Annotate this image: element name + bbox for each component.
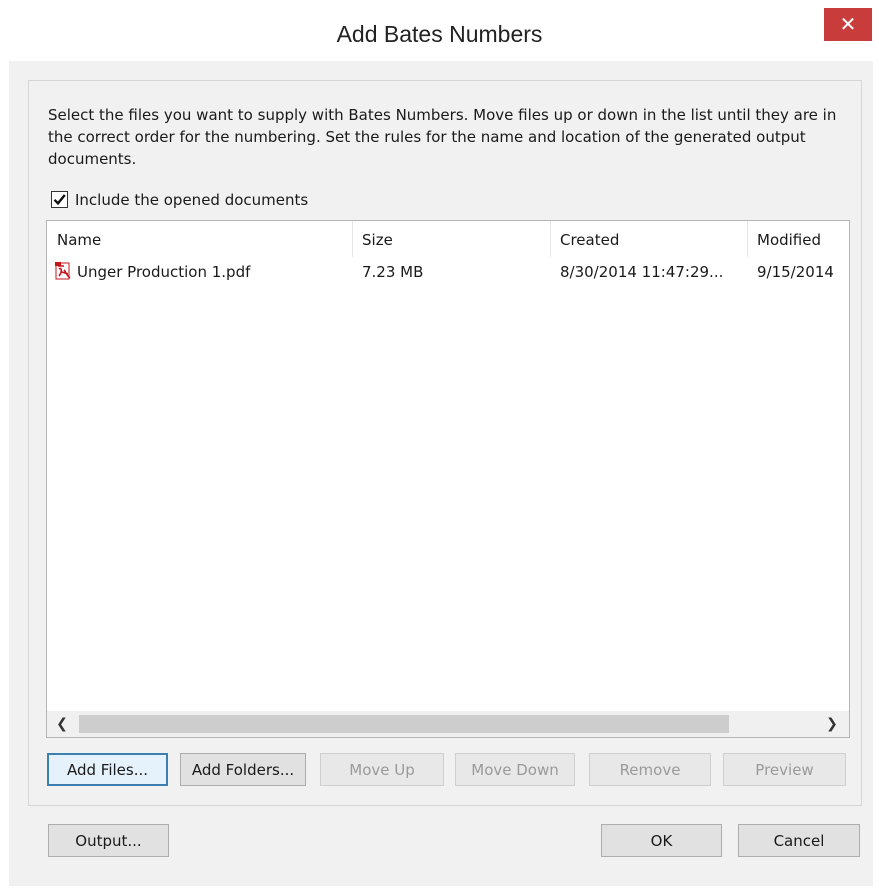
include-opened-checkbox[interactable] (51, 191, 68, 208)
file-name: Unger Production 1.pdf (77, 263, 251, 281)
file-list[interactable]: Name Size Created Modified Unger Product… (46, 220, 850, 738)
add-files-button[interactable]: Add Files... (47, 753, 168, 786)
ok-button[interactable]: OK (601, 824, 722, 857)
horizontal-scrollbar[interactable]: ❮ ❯ (47, 711, 849, 737)
remove-button[interactable]: Remove (589, 753, 711, 786)
include-opened-label: Include the opened documents (75, 191, 309, 209)
preview-button[interactable]: Preview (723, 753, 846, 786)
instructions-text: Select the files you want to supply with… (48, 106, 837, 168)
pdf-icon (55, 262, 71, 280)
scroll-right-icon[interactable]: ❯ (819, 711, 845, 737)
add-folders-button[interactable]: Add Folders... (180, 753, 306, 786)
cancel-button[interactable]: Cancel (738, 824, 860, 857)
column-header-modified[interactable]: Modified (747, 221, 849, 257)
scroll-left-icon[interactable]: ❮ (49, 711, 75, 737)
move-down-button[interactable]: Move Down (455, 753, 575, 786)
close-icon: ✕ (839, 12, 857, 36)
file-size: 7.23 MB (362, 263, 424, 281)
column-header-name[interactable]: Name (47, 221, 353, 257)
scrollbar-thumb[interactable] (79, 715, 729, 733)
output-button[interactable]: Output... (48, 824, 169, 857)
dialog-title: Add Bates Numbers (336, 21, 543, 47)
checkmark-icon (53, 194, 66, 206)
move-up-button[interactable]: Move Up (320, 753, 444, 786)
column-header-size[interactable]: Size (352, 221, 548, 257)
close-button[interactable]: ✕ (824, 8, 872, 41)
file-modified: 9/15/2014 (757, 263, 834, 281)
file-created: 8/30/2014 11:47:29... (560, 263, 724, 281)
column-header-created[interactable]: Created (550, 221, 746, 257)
